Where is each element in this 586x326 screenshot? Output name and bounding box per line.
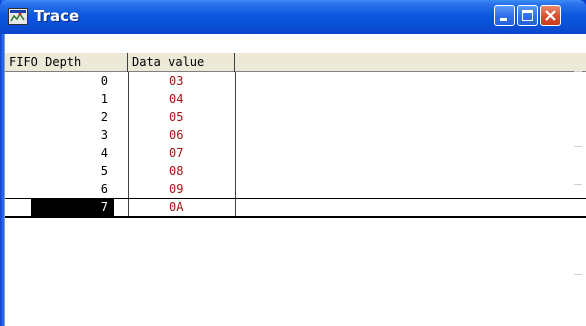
minimize-icon	[500, 18, 507, 21]
empty-cell	[235, 144, 586, 162]
depth-cell-selected: 7	[31, 199, 114, 216]
close-button[interactable]	[540, 5, 561, 26]
empty-cell	[235, 72, 586, 90]
value-cell: 09	[128, 180, 235, 198]
column-header-data-value[interactable]: Data value	[128, 53, 235, 72]
empty-cell	[235, 180, 586, 198]
value-cell: 07	[128, 144, 235, 162]
depth-cell: 4	[100, 146, 108, 160]
empty-cell	[235, 108, 586, 126]
table-body: 0 03 1 04 2 05 3 06 4 07 5 08 6 09 7 0A	[5, 72, 586, 218]
table-row[interactable]: 0 03	[5, 72, 586, 90]
value-cell: 0A	[128, 199, 235, 216]
table-row[interactable]: 2 05	[5, 108, 586, 126]
window-title: Trace	[34, 7, 80, 25]
gutter-tick	[574, 274, 582, 275]
table-row[interactable]: 5 08	[5, 162, 586, 180]
value-cell: 05	[128, 108, 235, 126]
table-row[interactable]: 3 06	[5, 126, 586, 144]
empty-cell	[235, 162, 586, 180]
table-row[interactable]: 4 07	[5, 144, 586, 162]
table-row[interactable]: 1 04	[5, 90, 586, 108]
trace-table: FIFO Depth Data value 0 03 1 04 2 05 3 0…	[4, 34, 586, 326]
trace-window: Trace FIFO Depth Data value 0 03 1 04 2 …	[0, 0, 586, 326]
depth-cell: 5	[100, 164, 108, 178]
table-header: FIFO Depth Data value	[5, 52, 586, 72]
empty-cell	[235, 126, 586, 144]
empty-cell	[235, 90, 586, 108]
value-cell: 04	[128, 90, 235, 108]
gutter-tick	[574, 146, 582, 147]
value-cell: 03	[128, 72, 235, 90]
value-cell: 08	[128, 162, 235, 180]
depth-cell: 6	[100, 182, 108, 196]
table-row-selected[interactable]: 7 0A	[5, 198, 586, 218]
title-bar[interactable]: Trace	[0, 0, 586, 34]
depth-cell: 1	[100, 92, 108, 106]
depth-cell: 2	[100, 110, 108, 124]
maximize-button[interactable]	[517, 5, 538, 26]
trace-window-icon	[8, 8, 28, 25]
value-cell: 06	[128, 126, 235, 144]
depth-cell: 3	[100, 128, 108, 142]
maximize-icon	[522, 10, 533, 21]
close-icon	[545, 10, 556, 21]
minimize-button[interactable]	[494, 5, 515, 26]
empty-cell	[235, 199, 586, 216]
table-row[interactable]: 6 09	[5, 180, 586, 198]
column-header-fifo-depth[interactable]: FIFO Depth	[5, 53, 128, 72]
gutter-tick	[574, 71, 582, 72]
depth-cell: 0	[100, 74, 108, 88]
gutter-tick	[574, 184, 582, 185]
